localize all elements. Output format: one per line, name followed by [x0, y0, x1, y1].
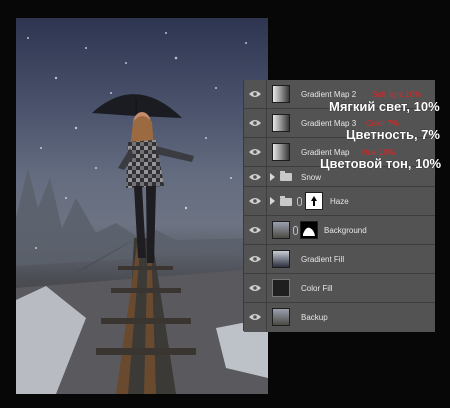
- eye-icon: [249, 198, 261, 204]
- layer-name: Gradient Map 2: [301, 90, 357, 99]
- visibility-toggle[interactable]: [244, 303, 267, 332]
- visibility-toggle[interactable]: [244, 138, 267, 166]
- visibility-toggle[interactable]: [244, 109, 267, 137]
- adjustment-thumbnail: [272, 143, 290, 161]
- folder-icon: [280, 171, 292, 181]
- layer-name: Snow: [301, 173, 322, 182]
- scene-illustration: [16, 32, 268, 394]
- eye-icon: [249, 314, 261, 320]
- layer-mask-thumbnail[interactable]: [305, 192, 323, 210]
- layer-name: Background: [324, 226, 367, 235]
- blend-mode-label: Soft light 10%: [372, 90, 422, 99]
- caption-color: Цветность, 7%: [346, 127, 440, 142]
- layer-gradient-fill[interactable]: Gradient Fill: [244, 245, 435, 274]
- layer-name: Haze: [330, 197, 349, 206]
- layer-name: Gradient Fill: [301, 255, 345, 264]
- folder-icon: [280, 196, 292, 206]
- adjustment-thumbnail: [272, 114, 290, 132]
- visibility-toggle[interactable]: [244, 216, 267, 244]
- arrow-up-icon: [311, 196, 317, 206]
- layers-panel: Gradient Map 2 Soft light 10% Gradient M…: [243, 80, 435, 332]
- caption-hue: Цветовой тон, 10%: [320, 156, 442, 171]
- fill-thumbnail: [272, 250, 290, 268]
- visibility-toggle[interactable]: [244, 80, 267, 108]
- layer-thumbnail: [272, 221, 290, 239]
- layer-group-haze[interactable]: Haze: [244, 187, 435, 216]
- visibility-toggle[interactable]: [244, 187, 267, 215]
- layer-name: Color Fill: [301, 284, 333, 293]
- expand-arrow-icon[interactable]: [270, 197, 275, 205]
- eye-icon: [249, 120, 261, 126]
- visibility-toggle[interactable]: [244, 167, 267, 186]
- eye-icon: [249, 149, 261, 155]
- layer-backup[interactable]: Backup: [244, 303, 435, 332]
- eye-icon: [249, 174, 261, 180]
- expand-arrow-icon[interactable]: [270, 173, 275, 181]
- mask-shape-icon: [303, 227, 315, 236]
- caption-soft-light: Мягкий свет, 10%: [329, 99, 440, 114]
- layer-color-fill[interactable]: Color Fill: [244, 274, 435, 303]
- layer-mask-thumbnail[interactable]: [300, 221, 318, 239]
- layer-thumbnail: [272, 308, 290, 326]
- visibility-toggle[interactable]: [244, 274, 267, 302]
- visibility-toggle[interactable]: [244, 245, 267, 273]
- eye-icon: [249, 91, 261, 97]
- fill-thumbnail: [272, 279, 290, 297]
- eye-icon: [249, 256, 261, 262]
- eye-icon: [249, 285, 261, 291]
- chain-link-icon[interactable]: [297, 197, 302, 206]
- chain-link-icon[interactable]: [293, 226, 298, 235]
- layer-background[interactable]: Background: [244, 216, 435, 245]
- layer-name: Backup: [301, 313, 328, 322]
- adjustment-thumbnail: [272, 85, 290, 103]
- eye-icon: [249, 227, 261, 233]
- canvas-photo: [16, 18, 268, 394]
